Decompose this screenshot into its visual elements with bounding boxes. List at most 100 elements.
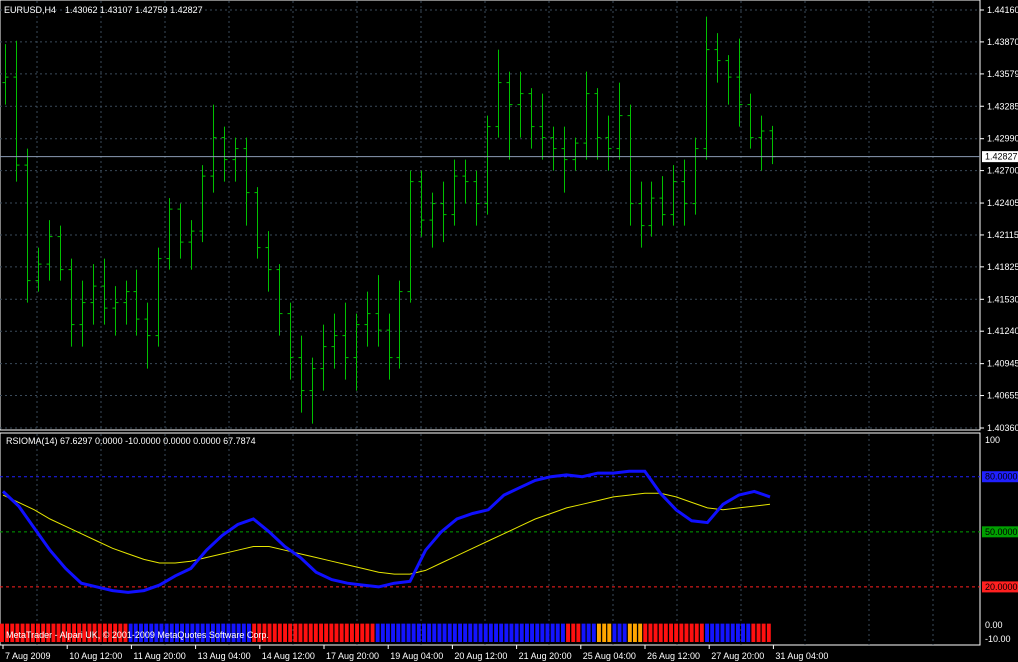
- histogram-bar: [525, 623, 529, 642]
- histogram-bar: [442, 623, 447, 642]
- histogram-bar: [674, 623, 679, 642]
- histogram-bar: [617, 623, 622, 642]
- histogram-bar: [370, 623, 375, 642]
- histogram-bar: [669, 623, 673, 642]
- histogram-bar: [391, 623, 395, 642]
- histogram-bar: [422, 623, 426, 642]
- histogram-bar: [483, 623, 488, 642]
- histogram-bar: [313, 623, 318, 642]
- histogram-bar: [499, 623, 504, 642]
- histogram-bar: [627, 623, 632, 642]
- histogram-bar: [0, 623, 4, 642]
- ohlc-label: 1.43062 1.43107 1.42759 1.42827: [65, 5, 203, 15]
- histogram-bar: [720, 623, 725, 642]
- time-tick-label: 19 Aug 04:00: [390, 651, 443, 661]
- price-tick-label: 1.44160: [987, 5, 1018, 15]
- histogram-bar: [406, 623, 411, 642]
- histogram-bar: [283, 623, 287, 642]
- histogram-bar: [550, 623, 555, 642]
- histogram-bar: [411, 623, 416, 642]
- histogram-bar: [519, 623, 524, 642]
- histogram-bar: [638, 623, 643, 642]
- histogram-bar: [339, 623, 344, 642]
- histogram-bar: [350, 623, 354, 642]
- histogram-bar: [761, 623, 766, 642]
- time-tick-label: 25 Aug 04:00: [583, 651, 636, 661]
- histogram-bar: [540, 623, 545, 642]
- histogram-bar: [643, 623, 648, 642]
- level-tag-label: 80.0000: [985, 472, 1018, 482]
- histogram-bar: [746, 623, 751, 642]
- histogram-bar: [380, 623, 385, 642]
- histogram-bar: [741, 623, 745, 642]
- price-tick-label: 1.43579: [987, 69, 1018, 79]
- time-tick-label: 17 Aug 20:00: [326, 651, 379, 661]
- histogram-bar: [463, 623, 468, 642]
- time-tick-label: 13 Aug 04:00: [198, 651, 251, 661]
- axis-0-label: 0.00: [985, 620, 1003, 630]
- histogram-bar: [277, 623, 282, 642]
- time-tick-label: 27 Aug 20:00: [711, 651, 764, 661]
- histogram-bar: [658, 623, 663, 642]
- histogram-bar: [607, 623, 612, 642]
- price-tick-label: 1.41530: [987, 294, 1018, 304]
- histogram-bar: [494, 623, 498, 642]
- current-price-tag: 1.42827: [982, 151, 1018, 163]
- histogram-bar: [710, 623, 715, 642]
- histogram-bar: [401, 623, 406, 642]
- price-tick-label: 1.42990: [987, 134, 1018, 144]
- histogram-bar: [530, 623, 534, 642]
- histogram-bar: [602, 623, 607, 642]
- histogram-bar: [751, 623, 756, 642]
- histogram-bar: [736, 623, 740, 642]
- histogram-bar: [504, 623, 509, 642]
- histogram-bar: [545, 623, 550, 642]
- histogram-bar: [375, 623, 380, 642]
- histogram-bar: [272, 623, 277, 642]
- time-tick-label: 20 Aug 12:00: [454, 651, 507, 661]
- histogram-bar: [458, 623, 462, 642]
- histogram-bar: [468, 623, 473, 642]
- histogram-bar: [591, 623, 596, 642]
- symbol-label: EURUSD,H4: [4, 5, 56, 15]
- histogram-bar: [416, 623, 421, 642]
- copyright-text: MetaTrader - Alpari UK, © 2001-2009 Meta…: [6, 630, 269, 640]
- histogram-bar: [663, 623, 668, 642]
- price-tick-label: 1.43285: [987, 101, 1018, 111]
- time-tick-label: 14 Aug 12:00: [262, 651, 315, 661]
- price-tick-label: 1.41825: [987, 262, 1018, 272]
- histogram-bar: [561, 623, 565, 642]
- level-tag-label: 50.0000: [985, 527, 1018, 537]
- axis-neg-label: -10.00: [985, 634, 1011, 644]
- histogram-bar: [324, 623, 329, 642]
- price-tick-label: 1.43870: [987, 37, 1018, 47]
- histogram-bar: [360, 623, 365, 642]
- histogram-bar: [571, 623, 576, 642]
- histogram-bar: [355, 623, 359, 642]
- histogram-bar: [344, 623, 349, 642]
- indicator-panel[interactable]: [0, 432, 981, 646]
- histogram-bar: [756, 623, 761, 642]
- histogram-bar: [514, 623, 519, 642]
- price-tick-label: 1.42115: [987, 230, 1018, 240]
- level-tag-label: 20.0000: [985, 582, 1018, 592]
- histogram-bar: [730, 623, 735, 642]
- histogram-bar: [452, 623, 457, 642]
- histogram-bar: [576, 623, 581, 642]
- histogram-bar: [535, 623, 540, 642]
- time-axis: 7 Aug 2009 10 Aug 12:00 11 Aug 20:00 13 Aug…: [2, 645, 828, 661]
- time-tick-label: 31 Aug 04:00: [775, 651, 828, 661]
- histogram-bar: [473, 623, 478, 642]
- histogram-bar: [581, 623, 586, 642]
- histogram-bar: [597, 623, 601, 642]
- price-axis: 1.44160 1.43870 1.43579 1.43285 1.42990 1.427…: [980, 5, 1018, 433]
- histogram-bar: [303, 623, 308, 642]
- histogram-bar: [427, 623, 432, 642]
- price-tick-label: 1.40945: [987, 359, 1018, 369]
- histogram-bar: [653, 623, 658, 642]
- current-price-label: 1.42827: [985, 152, 1018, 162]
- histogram-bar: [694, 623, 699, 642]
- price-tick-label: 1.41240: [987, 326, 1018, 336]
- axis-100-label: 100: [985, 435, 1000, 445]
- chart-window[interactable]: 1.44160 1.43870 1.43579 1.43285 1.42990 1.427…: [0, 0, 1018, 662]
